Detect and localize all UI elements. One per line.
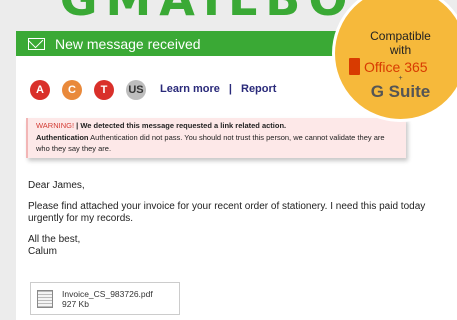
warning-label: WARNING!	[36, 121, 75, 130]
warning-separator: |	[76, 121, 79, 130]
file-icon	[37, 289, 53, 308]
link-separator: |	[228, 83, 232, 95]
email-body: Dear James, Please find attached your in…	[28, 180, 443, 258]
badge-line1: Compatible	[370, 29, 431, 43]
email-text: Please find attached your invoice for yo…	[28, 201, 426, 224]
avatar[interactable]: A	[30, 80, 50, 100]
email-signature: Calum	[28, 246, 57, 257]
envelope-icon	[28, 37, 45, 50]
warning-message: We detected this message requested a lin…	[80, 121, 287, 130]
avatar[interactable]: C	[62, 80, 82, 100]
auth-text: Authentication did not pass. You should …	[36, 133, 385, 153]
attachment-filename: Invoice_CS_983726.pdf	[62, 288, 153, 299]
avatar[interactable]: US	[126, 80, 146, 100]
warning-box: WARNING! | We detected this message requ…	[26, 118, 406, 158]
attachment[interactable]: Invoice_CS_983726.pdf 927 Kb	[30, 282, 180, 315]
badge-line2: with	[389, 43, 412, 57]
avatar[interactable]: T	[94, 80, 114, 100]
office-icon	[349, 58, 360, 75]
learn-more-link[interactable]: Learn more	[160, 83, 220, 95]
banner-title: New message received	[55, 35, 201, 52]
report-link[interactable]: Report	[241, 83, 276, 95]
office-logo: Office 365	[349, 58, 428, 75]
email-signoff: All the best,	[28, 234, 81, 245]
email-greeting: Dear James,	[28, 180, 85, 191]
auth-label: Authentication	[36, 133, 89, 142]
attachment-size: 927 Kb	[62, 298, 89, 309]
gsuite-text: G Suite	[370, 82, 431, 101]
office-text: Office 365	[364, 58, 428, 75]
action-links: Learn more | Report	[160, 83, 276, 95]
badge-plus: +	[398, 75, 403, 82]
sender-avatars: A C T US	[30, 80, 158, 100]
